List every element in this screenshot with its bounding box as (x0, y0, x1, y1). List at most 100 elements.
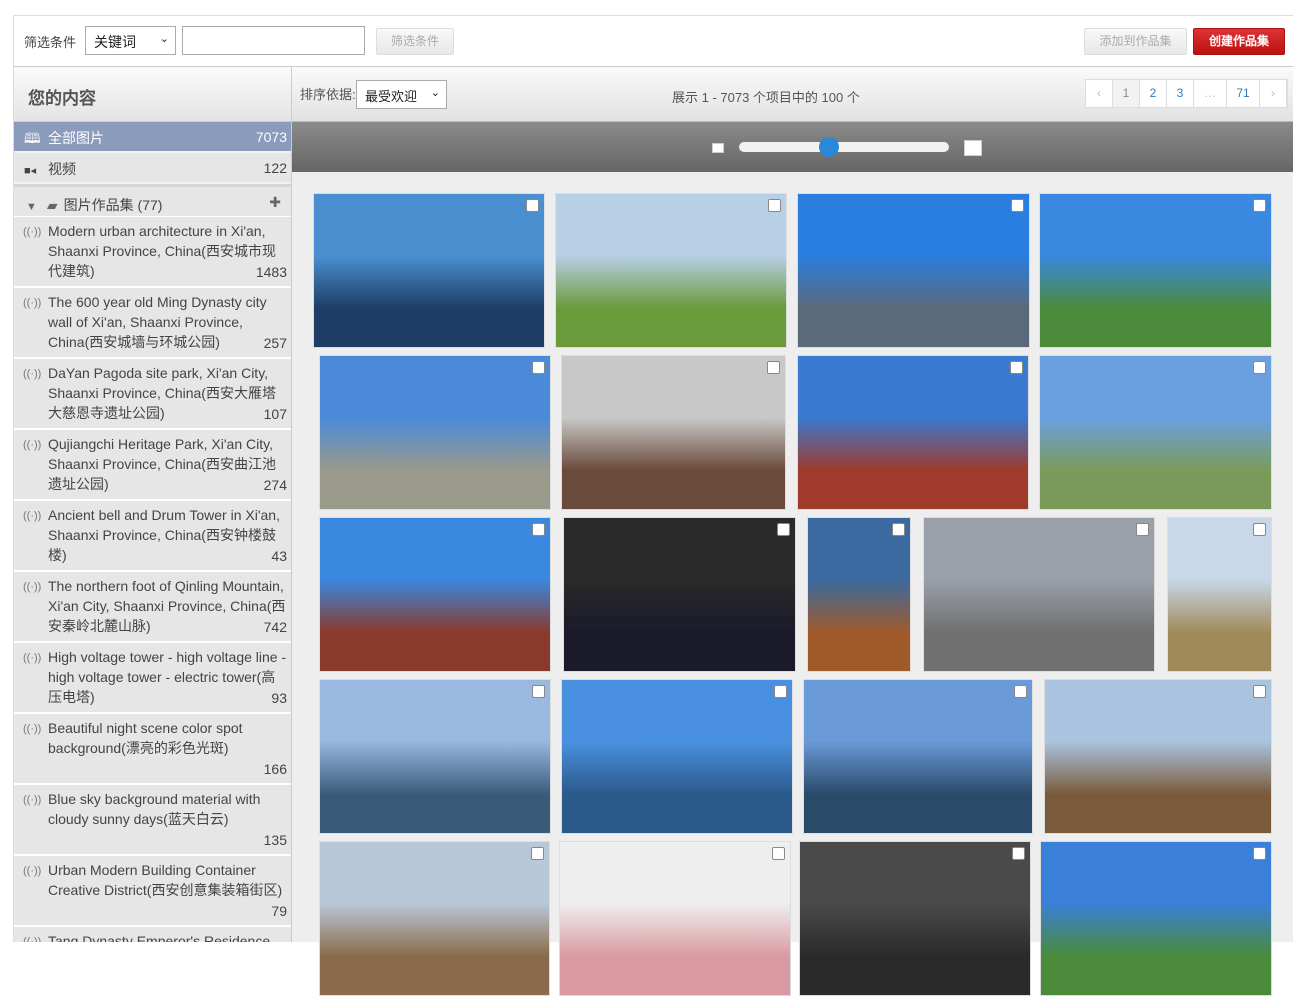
select-checkbox[interactable] (1253, 199, 1266, 212)
image-collections-folder[interactable]: ▼ ▰ 图片作品集 (77) ✚ (14, 184, 291, 217)
select-checkbox[interactable] (777, 523, 790, 536)
chevron-down-icon: ⌄ (430, 87, 440, 99)
page-button[interactable]: 1 (1113, 80, 1140, 107)
collection-title: Beautiful night scene color spot backgro… (48, 720, 243, 756)
collection-count: 166 (263, 761, 287, 777)
folder-icon: ▰ (46, 197, 58, 213)
photo-thumbnail[interactable] (561, 679, 793, 834)
select-checkbox[interactable] (1253, 523, 1266, 536)
collection-item[interactable]: ((·)) Blue sky background material with c… (14, 785, 291, 856)
collection-item[interactable]: ((·)) High voltage tower - high voltage l… (14, 643, 291, 714)
page-button[interactable]: 71 (1227, 80, 1260, 107)
select-checkbox[interactable] (532, 361, 545, 374)
page-button[interactable]: 2 (1140, 80, 1167, 107)
photo-thumbnail[interactable] (319, 355, 551, 510)
page-button[interactable]: 3 (1167, 80, 1194, 107)
collection-count: 742 (263, 619, 287, 635)
collection-item[interactable]: ((·)) Beautiful night scene color spot ba… (14, 714, 291, 785)
collection-count: 43 (271, 548, 287, 564)
collection-count: 135 (263, 832, 287, 848)
main-content: 排序依据: 最受欢迎 ⌄ 展示 1 - 7073 个项目中的 100 个 ‹ 1 2 3… (292, 67, 1293, 996)
select-checkbox[interactable] (772, 847, 785, 860)
sidebar-item-all-images[interactable]: 🕮 全部图片 7073 (14, 122, 291, 153)
select-checkbox[interactable] (1253, 847, 1266, 860)
select-checkbox[interactable] (1012, 847, 1025, 860)
large-image-icon[interactable] (964, 140, 982, 156)
add-collection-icon[interactable]: ✚ (269, 194, 281, 211)
select-checkbox[interactable] (1014, 685, 1027, 698)
photo-thumbnail[interactable] (1044, 679, 1272, 834)
collection-item[interactable]: ((·)) The northern foot of Qinling Mounta… (14, 572, 291, 643)
collection-title: Ancient bell and Drum Tower in Xi'an, Sh… (48, 507, 280, 563)
photo-thumbnail[interactable] (1040, 841, 1272, 996)
select-checkbox[interactable] (532, 685, 545, 698)
photo-thumbnail[interactable] (319, 679, 551, 834)
photo-thumbnail[interactable] (799, 841, 1031, 996)
collection-item[interactable]: ((·)) Modern urban architecture in Xi'an,… (14, 217, 291, 288)
collection-title: Urban Modern Building Container Creative… (48, 862, 283, 898)
photo-thumbnail[interactable] (319, 517, 551, 672)
photo-thumbnail[interactable] (313, 193, 545, 348)
collection-title: Tang Dynasty Emperor's Residence, Daming… (48, 933, 274, 942)
select-checkbox[interactable] (768, 199, 781, 212)
sort-select[interactable]: 最受欢迎 ⌄ (356, 80, 447, 109)
chevron-down-icon: ⌄ (159, 33, 169, 45)
collection-item[interactable]: ((·)) The 600 year old Ming Dynasty city … (14, 288, 291, 359)
broadcast-icon: ((·)) (23, 297, 42, 309)
collection-list: ((·)) Modern urban architecture in Xi'an,… (14, 217, 291, 942)
collection-title: Blue sky background material with cloudy… (48, 791, 261, 827)
collection-item[interactable]: ((·)) Ancient bell and Drum Tower in Xi'a… (14, 501, 291, 572)
photo-thumbnail[interactable] (807, 517, 911, 672)
photo-thumbnail[interactable] (559, 841, 791, 996)
select-checkbox[interactable] (1010, 361, 1023, 374)
photo-thumbnail[interactable] (561, 355, 786, 510)
folder-label: 图片作品集 (77) (63, 197, 163, 213)
filter-field-select[interactable]: 关键词 ⌄ (85, 26, 176, 55)
photo-thumbnail[interactable] (555, 193, 787, 348)
select-checkbox[interactable] (1253, 361, 1266, 374)
sidebar-item-videos[interactable]: ■◂ 视频 122 (14, 153, 291, 184)
select-checkbox[interactable] (531, 847, 544, 860)
filter-input[interactable] (182, 26, 365, 55)
collection-title: High voltage tower - high voltage line -… (48, 649, 287, 705)
prev-page-button[interactable]: ‹ (1086, 80, 1113, 107)
broadcast-icon: ((·)) (23, 510, 42, 522)
collection-count: 93 (271, 690, 287, 706)
sidebar-item-count: 7073 (255, 129, 287, 145)
select-checkbox[interactable] (1011, 199, 1024, 212)
select-checkbox[interactable] (526, 199, 539, 212)
sidebar-item-label: 全部图片 (48, 130, 104, 146)
create-collection-button[interactable]: 创建作品集 (1193, 28, 1285, 55)
select-checkbox[interactable] (1253, 685, 1266, 698)
collapse-triangle-icon[interactable]: ▼ (26, 201, 37, 213)
collection-item[interactable]: ((·)) DaYan Pagoda site park, Xi'an City,… (14, 359, 291, 430)
photo-thumbnail[interactable] (797, 355, 1029, 510)
photo-thumbnail[interactable] (1039, 193, 1272, 348)
broadcast-icon: ((·)) (23, 368, 42, 380)
select-checkbox[interactable] (892, 523, 905, 536)
collection-item[interactable]: ((·)) Tang Dynasty Emperor's Residence, D… (14, 927, 291, 942)
broadcast-icon: ((·)) (23, 439, 42, 451)
photo-thumbnail[interactable] (1167, 517, 1272, 672)
sidebar-item-count: 122 (263, 160, 287, 176)
photo-thumbnail[interactable] (563, 517, 796, 672)
select-checkbox[interactable] (774, 685, 787, 698)
photo-thumbnail[interactable] (797, 193, 1030, 348)
slider-handle[interactable] (819, 137, 840, 157)
thumbnail-size-slider[interactable] (739, 137, 949, 157)
small-image-icon[interactable] (712, 143, 724, 153)
collection-item[interactable]: ((·)) Urban Modern Building Container Cre… (14, 856, 291, 927)
filter-button[interactable]: 筛选条件 (376, 28, 454, 55)
page-button[interactable]: … (1194, 80, 1227, 107)
add-to-collection-button[interactable]: 添加到作品集 (1084, 28, 1187, 55)
select-checkbox[interactable] (532, 523, 545, 536)
select-checkbox[interactable] (1136, 523, 1149, 536)
photo-thumbnail[interactable] (1039, 355, 1272, 510)
photo-thumbnail[interactable] (319, 841, 550, 996)
photo-thumbnail[interactable] (803, 679, 1033, 834)
next-page-button[interactable]: › (1260, 80, 1287, 107)
collection-item[interactable]: ((·)) Qujiangchi Heritage Park, Xi'an Cit… (14, 430, 291, 501)
photo-thumbnail[interactable] (923, 517, 1155, 672)
select-checkbox[interactable] (767, 361, 780, 374)
book-icon: 🕮 (24, 130, 41, 146)
